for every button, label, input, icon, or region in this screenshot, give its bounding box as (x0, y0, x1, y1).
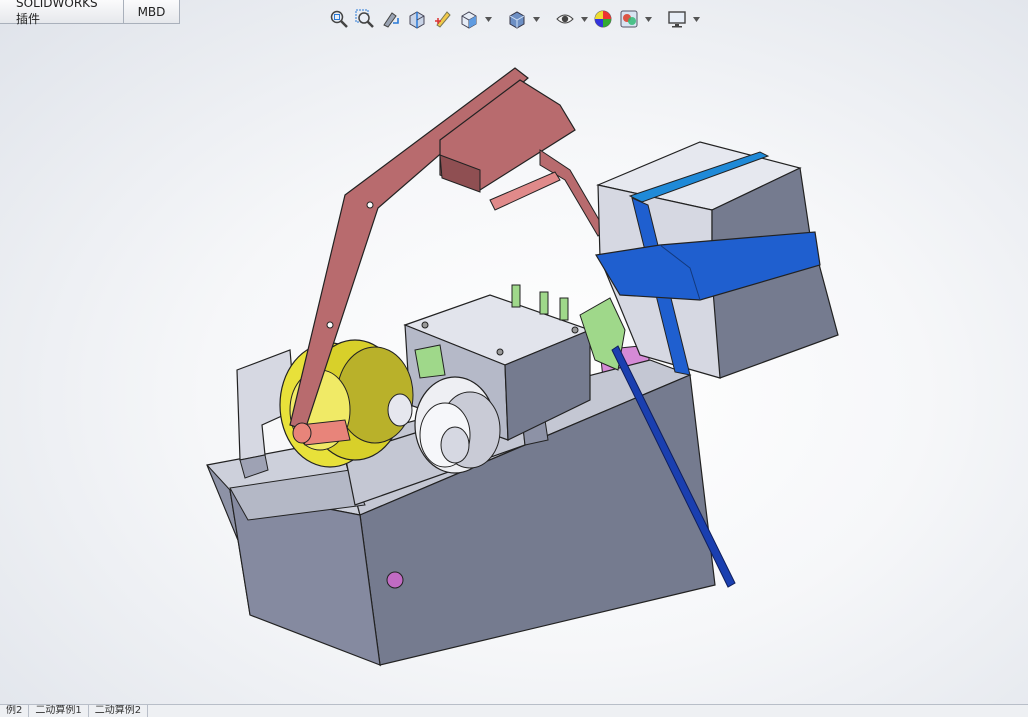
bottom-study-tabs: 例2 二动算例1 二动算例2 (0, 704, 1028, 717)
hide-show-items-icon[interactable] (554, 8, 576, 30)
tab-study-2[interactable]: 例2 (0, 705, 30, 717)
tab-mbd[interactable]: MBD (124, 0, 180, 24)
view-settings-icon[interactable] (666, 8, 688, 30)
tab-solidworks-addins[interactable]: SOLIDWORKS 插件 (0, 0, 124, 26)
apply-scene-icon[interactable] (618, 8, 640, 30)
tab-motion-study-1[interactable]: 二动算例1 (29, 705, 89, 717)
graphics-area[interactable] (0, 30, 1028, 705)
display-style-dropdown-icon[interactable] (532, 8, 540, 30)
view-orientation-icon[interactable] (458, 8, 480, 30)
zoom-to-fit-icon[interactable] (328, 8, 350, 30)
edit-appearance-icon[interactable] (592, 8, 614, 30)
right-block-assembly[interactable] (595, 141, 839, 379)
command-manager-tabs: SOLIDWORKS 插件 MBD (0, 0, 180, 26)
hide-show-dropdown-icon[interactable] (580, 8, 588, 30)
view-orientation-dropdown-icon[interactable] (484, 8, 492, 30)
view-settings-dropdown-icon[interactable] (692, 8, 700, 30)
display-style-icon[interactable] (506, 8, 528, 30)
apply-scene-dropdown-icon[interactable] (644, 8, 652, 30)
assembly-model[interactable] (0, 30, 1028, 705)
previous-view-icon[interactable] (380, 8, 402, 30)
tab-motion-study-2[interactable]: 二动算例2 (89, 705, 149, 717)
section-view-icon[interactable] (406, 8, 428, 30)
dynamic-annotation-view-icon[interactable] (432, 8, 454, 30)
heads-up-view-toolbar (328, 6, 700, 32)
zoom-to-area-icon[interactable] (354, 8, 376, 30)
